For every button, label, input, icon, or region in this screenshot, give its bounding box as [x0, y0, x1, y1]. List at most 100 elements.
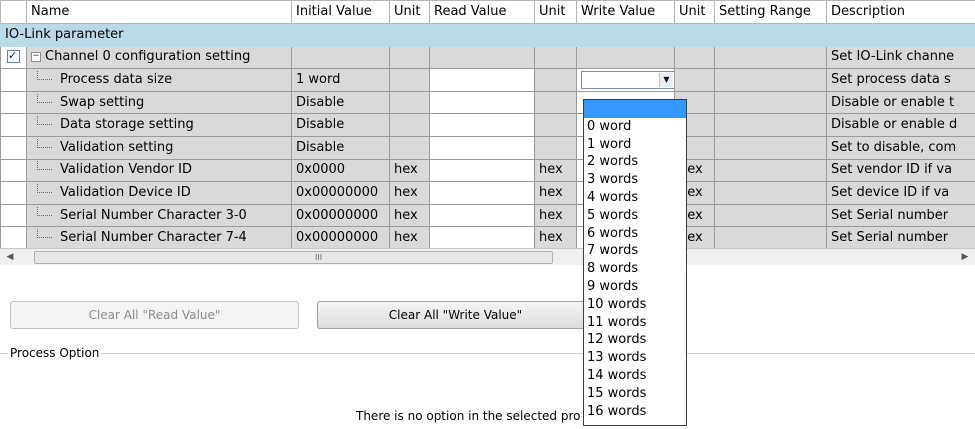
dropdown-option[interactable]: 2 words: [584, 153, 686, 171]
col-header-name[interactable]: Name: [27, 1, 292, 24]
row-initial-value: 0x00000000: [292, 227, 390, 250]
row-name-cell[interactable]: Validation setting: [27, 136, 292, 159]
table-row[interactable]: Validation setting Disable Set to disabl…: [1, 136, 975, 159]
process-data-size-combo[interactable]: ▼: [581, 71, 675, 89]
process-option-message: There is no option in the selected pro: [356, 409, 580, 423]
dropdown-option[interactable]: 15 words: [584, 385, 686, 403]
col-header-read-unit[interactable]: Unit: [535, 1, 577, 24]
group-name-cell[interactable]: −Channel 0 configuration setting: [27, 46, 292, 69]
row-name-cell[interactable]: Data storage setting: [27, 114, 292, 137]
row-name: Swap setting: [60, 95, 144, 110]
dropdown-option[interactable]: 11 words: [584, 314, 686, 332]
row-read-value[interactable]: [430, 114, 535, 137]
tree-connector-icon: [37, 94, 52, 103]
chevron-down-icon[interactable]: ▼: [659, 73, 673, 87]
clear-write-value-button[interactable]: Clear All "Write Value": [317, 301, 594, 329]
row-initial-value: Disable: [292, 114, 390, 137]
write-value-combo-cell[interactable]: ▼: [577, 69, 675, 92]
dropdown-option[interactable]: 7 words: [584, 242, 686, 260]
row-name-cell[interactable]: Validation Vendor ID: [27, 159, 292, 182]
row-description: Set Serial number: [827, 204, 975, 227]
dropdown-option[interactable]: 0 word: [584, 118, 686, 136]
col-header-initial-value[interactable]: Initial Value: [292, 1, 390, 24]
row-read-value[interactable]: [430, 204, 535, 227]
dropdown-option[interactable]: 10 words: [584, 296, 686, 314]
table-row[interactable]: Serial Number Character 3-0 0x00000000 h…: [1, 204, 975, 227]
row-read-value[interactable]: [430, 136, 535, 159]
dropdown-option[interactable]: 12 words: [584, 331, 686, 349]
group-read-cell: [430, 46, 535, 69]
dropdown-option[interactable]: 6 words: [584, 225, 686, 243]
row-read-unit: hex: [535, 204, 577, 227]
row-read-value[interactable]: [430, 159, 535, 182]
scrollbar-thumb[interactable]: III: [34, 251, 553, 264]
row-name-cell[interactable]: Serial Number Character 3-0: [27, 204, 292, 227]
process-data-size-dropdown-list[interactable]: 0 word 1 word 2 words 3 words 4 words 5 …: [583, 99, 687, 426]
table-row[interactable]: Serial Number Character 7-4 0x00000000 h…: [1, 227, 975, 250]
row-read-value[interactable]: [430, 91, 535, 114]
group-name: Channel 0 configuration setting: [45, 49, 250, 64]
table-row[interactable]: Validation Vendor ID 0x0000 hex hex hex …: [1, 159, 975, 182]
col-header-setting-range[interactable]: Setting Range: [715, 1, 827, 24]
row-setting-range: [715, 114, 827, 137]
row-name-cell[interactable]: Process data size: [27, 69, 292, 92]
group-check-cell[interactable]: [1, 46, 27, 69]
dropdown-option[interactable]: 13 words: [584, 349, 686, 367]
section-label: IO-Link parameter: [1, 24, 975, 47]
row-read-unit: [535, 91, 577, 114]
table-row[interactable]: Data storage setting Disable Disable or …: [1, 114, 975, 137]
group-row[interactable]: −Channel 0 configuration setting Set IO-…: [1, 46, 975, 69]
row-initial-value: 0x00000000: [292, 204, 390, 227]
collapse-toggle-icon[interactable]: −: [31, 52, 41, 62]
row-initial-value: 0x0000: [292, 159, 390, 182]
scroll-left-icon[interactable]: ◀: [2, 249, 18, 265]
row-initial-value: 0x00000000: [292, 182, 390, 205]
row-setting-range: [715, 227, 827, 250]
row-read-value[interactable]: [430, 69, 535, 92]
col-header-description[interactable]: Description: [827, 1, 975, 24]
row-check-cell: [1, 69, 27, 92]
row-name-cell[interactable]: Validation Device ID: [27, 182, 292, 205]
row-description: Set device ID if va: [827, 182, 975, 205]
row-name-cell[interactable]: Swap setting: [27, 91, 292, 114]
col-header-unit[interactable]: Unit: [390, 1, 430, 24]
dropdown-option[interactable]: 1 word: [584, 136, 686, 154]
group-checkbox[interactable]: [7, 50, 20, 63]
row-read-unit: [535, 69, 577, 92]
dropdown-option[interactable]: 3 words: [584, 171, 686, 189]
dropdown-option[interactable]: 9 words: [584, 278, 686, 296]
row-unit: hex: [390, 159, 430, 182]
row-read-value[interactable]: [430, 227, 535, 250]
table-row[interactable]: Swap setting Disable Disable or enable t: [1, 91, 975, 114]
horizontal-scrollbar[interactable]: ◀ III ▶: [0, 248, 975, 265]
dropdown-option[interactable]: 14 words: [584, 367, 686, 385]
row-read-unit: hex: [535, 182, 577, 205]
row-setting-range: [715, 136, 827, 159]
row-name-cell[interactable]: Serial Number Character 7-4: [27, 227, 292, 250]
row-name: Serial Number Character 7-4: [60, 230, 247, 245]
dropdown-option[interactable]: 5 words: [584, 207, 686, 225]
row-check-cell: [1, 227, 27, 250]
clear-read-value-button[interactable]: Clear All "Read Value": [10, 301, 299, 329]
scroll-right-icon[interactable]: ▶: [957, 249, 973, 265]
dropdown-option[interactable]: [584, 100, 686, 118]
group-read-unit-cell: [535, 46, 577, 69]
dropdown-option[interactable]: 8 words: [584, 260, 686, 278]
row-read-unit: [535, 136, 577, 159]
process-option-label: Process Option: [8, 346, 101, 360]
row-check-cell: [1, 182, 27, 205]
dropdown-option[interactable]: 4 words: [584, 189, 686, 207]
col-header-read-value[interactable]: Read Value: [430, 1, 535, 24]
col-header-write-value[interactable]: Write Value: [577, 1, 675, 24]
dropdown-option[interactable]: 16 words: [584, 403, 686, 421]
row-read-value[interactable]: [430, 182, 535, 205]
table-row[interactable]: Validation Device ID 0x00000000 hex hex …: [1, 182, 975, 205]
tree-connector-icon: [37, 229, 52, 238]
col-header-write-unit[interactable]: Unit: [675, 1, 715, 24]
row-name: Validation Device ID: [60, 185, 191, 200]
table-row[interactable]: Process data size 1 word ▼ Set process d…: [1, 69, 975, 92]
row-initial-value: 1 word: [292, 69, 390, 92]
group-write-cell: [577, 46, 675, 69]
row-name: Validation Vendor ID: [60, 162, 192, 177]
row-description: Disable or enable d: [827, 114, 975, 137]
